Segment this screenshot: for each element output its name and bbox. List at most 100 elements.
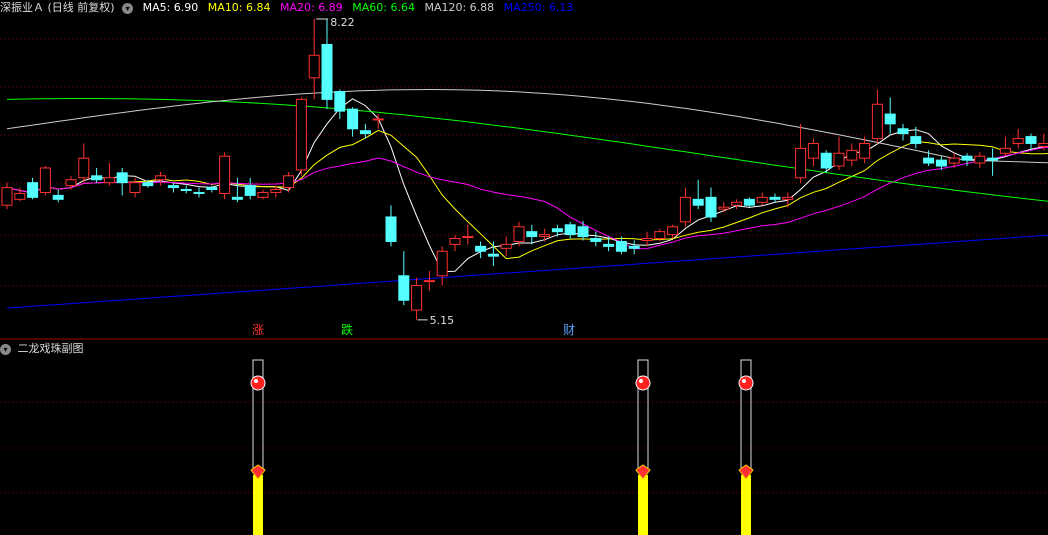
candle-body (219, 155, 231, 194)
candle-body (628, 245, 640, 249)
candle-body (833, 152, 845, 167)
candle-body (974, 155, 986, 164)
price-chart[interactable]: 8.22 5.15 (0, 0, 1048, 535)
candle-body (1025, 136, 1037, 144)
candle-body (295, 98, 307, 171)
candle-body (155, 175, 167, 181)
candle-body (423, 280, 435, 283)
candle-body (667, 226, 679, 236)
low-annotation: 5.15 (430, 314, 455, 327)
candle-body (807, 142, 819, 159)
candle-body (103, 177, 115, 184)
candle-body (910, 136, 922, 144)
candle-body (14, 192, 26, 200)
candle-body (1, 187, 13, 206)
grid-lines (0, 38, 1048, 494)
candlesticks (1, 19, 1048, 320)
candle-body (513, 226, 525, 242)
candle-body (795, 147, 807, 179)
candle-body (539, 234, 551, 238)
candle-body (551, 228, 563, 233)
candle-body (270, 189, 282, 193)
dragon-pearl (738, 375, 754, 391)
candle-body (731, 201, 743, 206)
dragon-pearl (635, 375, 651, 391)
candle-body (321, 43, 333, 100)
candle-body (1012, 138, 1024, 144)
candle-body (142, 182, 154, 187)
candle-body (206, 187, 218, 191)
candle-body (180, 189, 192, 192)
candle-body (884, 113, 896, 125)
candle-body (308, 54, 320, 79)
indicator-fill (253, 475, 263, 535)
ma10-line (6, 129, 1048, 260)
candle-body (654, 231, 666, 240)
candle-body (411, 285, 423, 311)
signal-rise: 涨 (252, 323, 265, 337)
candle-body (871, 103, 883, 140)
candle-body (487, 253, 499, 257)
candle-body (436, 250, 448, 277)
candle-body (334, 91, 346, 112)
pearl-highlight (639, 379, 643, 383)
ma250-line (6, 234, 1048, 309)
candle-body (462, 236, 474, 239)
candle-body (641, 238, 653, 241)
candle-body (39, 167, 51, 193)
candle-body (846, 149, 858, 161)
signal-wealth: 财 (563, 323, 576, 337)
candle-body (743, 198, 755, 206)
candle-body (372, 118, 384, 121)
candle-body (526, 231, 538, 238)
candle-body (603, 243, 615, 247)
candle-body (948, 157, 960, 164)
candle-body (782, 196, 794, 200)
candle-body (577, 226, 589, 238)
candle-body (679, 196, 691, 223)
candle-body (500, 243, 512, 249)
candle-body (244, 185, 256, 196)
candle-body (692, 198, 704, 206)
candle-body (91, 175, 103, 181)
candle-body (1038, 142, 1048, 147)
candle-body (385, 216, 397, 242)
candle-body (398, 275, 410, 301)
candle-body (564, 224, 576, 236)
candle-body (449, 238, 461, 245)
candle-body (923, 157, 935, 164)
candle-body (897, 128, 909, 135)
signal-fall: 跌 (341, 323, 354, 337)
candle-body (615, 240, 627, 252)
candle-body (987, 157, 999, 161)
candle-body (65, 179, 77, 187)
candle-body (167, 185, 179, 189)
indicator-fill (638, 475, 648, 535)
candle-body (475, 245, 487, 252)
high-annotation: 8.22 (330, 16, 355, 29)
candle-body (193, 191, 205, 194)
candle-body (718, 206, 730, 210)
pearl-highlight (254, 379, 258, 383)
candle-body (590, 238, 602, 242)
candle-body (52, 194, 64, 200)
sub-chart-indicators (250, 359, 754, 535)
candle-body (859, 142, 871, 159)
candle-body (257, 191, 269, 198)
candle-body (935, 159, 947, 167)
dragon-pearl (250, 375, 266, 391)
candle-body (283, 175, 295, 189)
candle-body (129, 182, 141, 193)
indicator-fill (741, 475, 751, 535)
candle-body (756, 196, 768, 203)
candle-body (359, 130, 371, 135)
candle-body (820, 152, 832, 169)
candle-body (78, 157, 90, 179)
candle-body (116, 172, 128, 184)
candle-body (961, 155, 973, 161)
pearl-highlight (742, 379, 746, 383)
candle-body (347, 108, 359, 130)
candle-body (769, 196, 781, 200)
candle-body (999, 147, 1011, 154)
candle-body (705, 196, 717, 218)
